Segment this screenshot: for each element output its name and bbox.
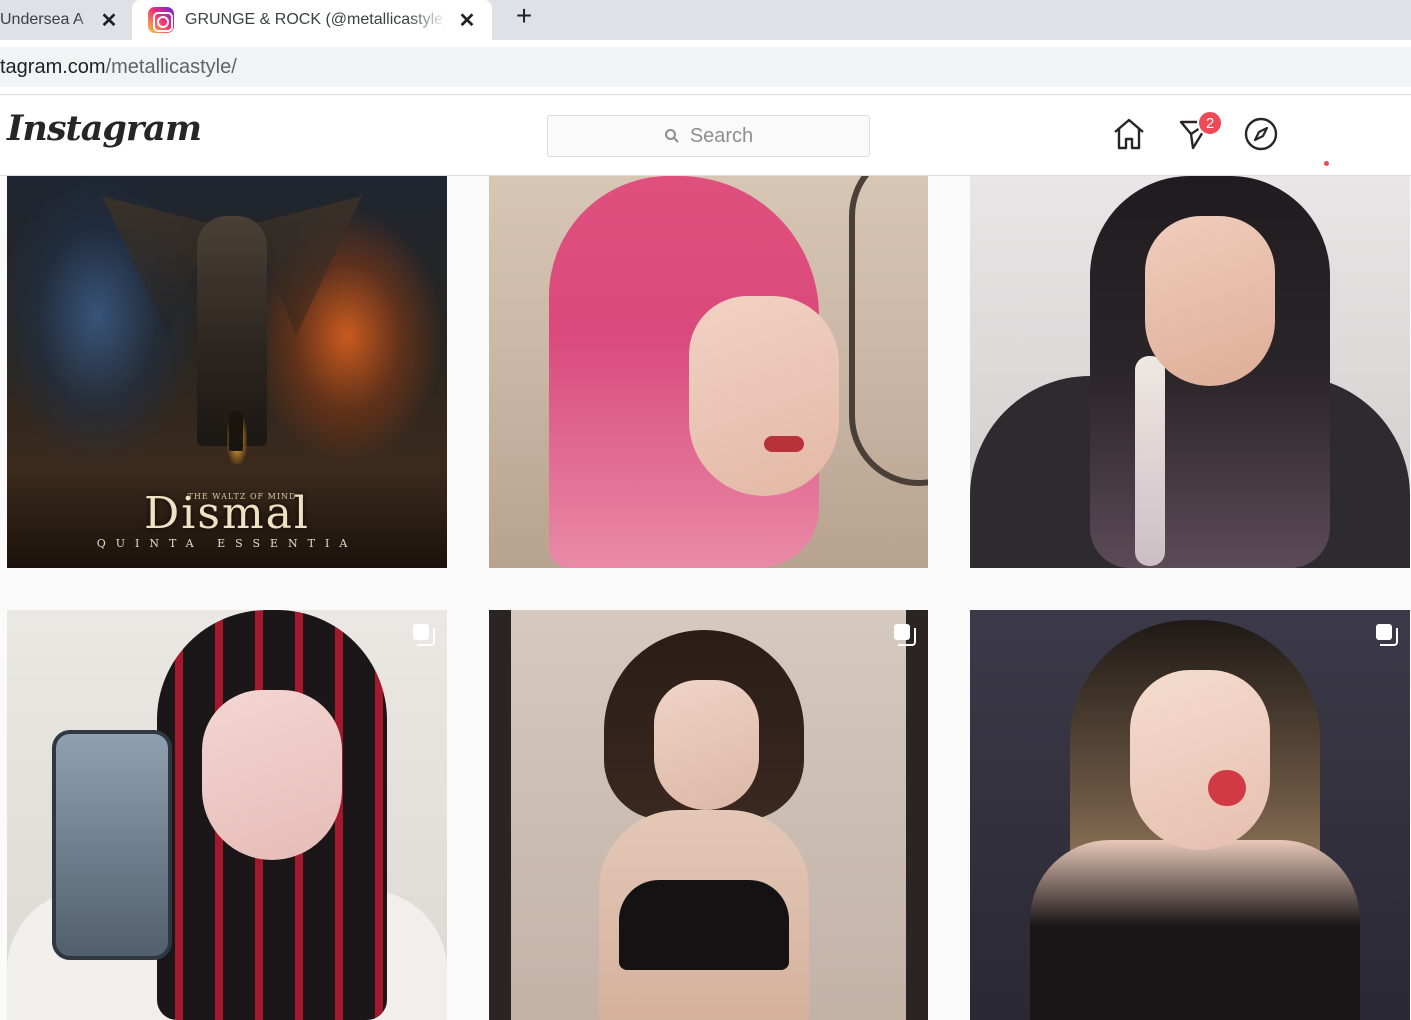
tab-close-icon[interactable]: ✕ — [455, 0, 479, 40]
url-path: /metallicastyle/ — [105, 55, 237, 78]
album-art-wing — [102, 196, 212, 336]
new-tab-button[interactable]: + — [510, 0, 538, 31]
photo-face — [1145, 216, 1275, 386]
photo-shoulders — [1030, 840, 1360, 1020]
photo-face — [654, 680, 759, 810]
tab-title: GRUNGE & ROCK (@metallicastyle) — [185, 11, 447, 28]
photo-face — [202, 690, 342, 860]
post-tile[interactable] — [7, 610, 447, 1020]
explore-compass-icon[interactable] — [1243, 116, 1279, 152]
instagram-favicon-icon — [148, 7, 174, 33]
carousel-icon — [1374, 622, 1398, 646]
photo-mirror — [849, 176, 928, 486]
search-input[interactable]: Search — [547, 115, 870, 157]
search-icon — [664, 128, 680, 144]
tab-close-icon[interactable]: ✕ — [97, 0, 121, 40]
direct-unread-badge: 2 — [1197, 110, 1223, 136]
instagram-logo[interactable]: Instagram — [7, 108, 202, 149]
browser-tab-undersea[interactable]: Undersea A ✕ — [0, 0, 132, 40]
photo-mouth — [1208, 770, 1246, 806]
browser-toolbar: tagram.com/metallicastyle/ — [0, 40, 1411, 95]
address-bar[interactable]: tagram.com/metallicastyle/ — [0, 47, 1411, 87]
album-art-figure — [229, 411, 243, 451]
search-placeholder: Search — [689, 124, 754, 147]
album-art-wing — [252, 196, 362, 336]
browser-tab-instagram[interactable]: GRUNGE & ROCK (@metallicastyle) ✕ — [132, 0, 492, 40]
url-host: tagram.com — [0, 55, 106, 78]
photo-phone — [52, 730, 172, 960]
post-tile[interactable] — [489, 610, 928, 1020]
activity-notification-dot — [1324, 161, 1329, 166]
home-icon[interactable] — [1111, 116, 1147, 152]
instagram-header: Instagram Search — [0, 96, 1411, 176]
photo-face — [689, 296, 839, 496]
carousel-icon — [411, 622, 435, 646]
post-tile[interactable] — [970, 610, 1410, 1020]
tab-title: Undersea A — [0, 11, 84, 28]
photo-hair-streak — [1135, 356, 1165, 566]
photo-face — [1130, 670, 1270, 850]
album-title: Dismal — [144, 488, 310, 539]
post-tile[interactable]: THE WALTZ OF MIND Dismal QUINTA ESSENTIA — [7, 176, 447, 568]
photo-top — [619, 880, 789, 970]
browser-tab-strip: Undersea A ✕ GRUNGE & ROCK (@metallicast… — [0, 0, 1411, 40]
post-tile[interactable] — [489, 176, 928, 568]
photo-lips — [764, 436, 804, 452]
carousel-icon — [892, 622, 916, 646]
album-credit: QUINTA ESSENTIA — [96, 537, 358, 550]
post-tile[interactable] — [970, 176, 1410, 568]
